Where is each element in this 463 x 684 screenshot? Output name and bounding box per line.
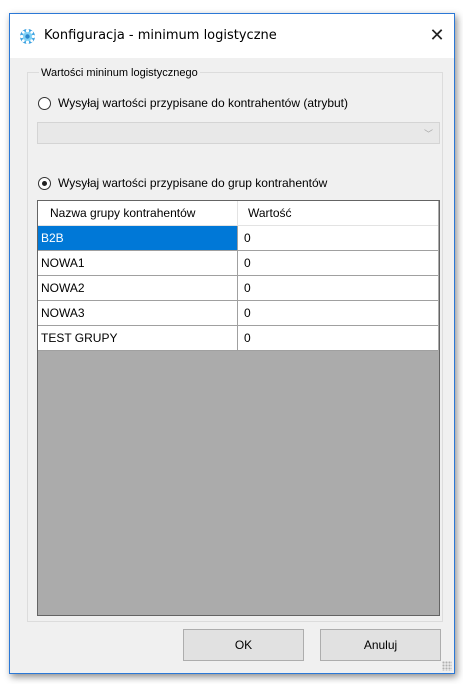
cancel-button[interactable]: Anuluj xyxy=(320,629,441,661)
table-row[interactable]: TEST GRUPY 0 xyxy=(38,326,438,351)
cell-group-name[interactable]: NOWA1 xyxy=(38,251,238,276)
radio-label-attribute[interactable]: Wysyłaj wartości przypisane do kontrahen… xyxy=(58,96,348,110)
cell-group-name[interactable]: B2B xyxy=(38,226,238,251)
cell-group-name[interactable]: NOWA2 xyxy=(38,276,238,301)
radio-button-attribute[interactable] xyxy=(38,97,51,110)
chevron-down-icon: ﹀ xyxy=(423,130,433,140)
cell-value[interactable]: 0 xyxy=(238,276,438,301)
cell-value[interactable]: 0 xyxy=(238,301,438,326)
table-row[interactable]: NOWA1 0 xyxy=(38,251,438,276)
cell-value[interactable]: 0 xyxy=(238,326,438,351)
close-button[interactable]: ✕ xyxy=(420,14,454,58)
window-title: Konfiguracja - minimum logistyczne xyxy=(44,28,277,43)
cell-value[interactable]: 0 xyxy=(238,251,438,276)
radio-button-groups[interactable] xyxy=(38,177,51,190)
radio-label-groups[interactable]: Wysyłaj wartości przypisane do grup kont… xyxy=(58,176,327,190)
table-row[interactable]: NOWA2 0 xyxy=(38,276,438,301)
attribute-select[interactable]: ﹀ xyxy=(37,122,440,144)
cell-group-name[interactable]: TEST GRUPY xyxy=(38,326,238,351)
table-row[interactable]: B2B 0 xyxy=(38,226,438,251)
close-icon: ✕ xyxy=(429,25,445,46)
groupbox-legend: Wartości mininum logistycznego xyxy=(39,67,200,79)
gear-icon xyxy=(20,29,35,44)
table-row[interactable]: NOWA3 0 xyxy=(38,301,438,326)
cell-value[interactable]: 0 xyxy=(238,226,438,251)
column-header-name[interactable]: Nazwa grupy kontrahentów xyxy=(38,201,238,226)
column-header-value[interactable]: Wartość xyxy=(238,201,438,226)
title-bar: Konfiguracja - minimum logistyczne ✕ xyxy=(10,14,454,58)
grid-header: Nazwa grupy kontrahentów Wartość xyxy=(38,201,438,226)
resize-grip[interactable] xyxy=(442,661,452,671)
cell-group-name[interactable]: NOWA3 xyxy=(38,301,238,326)
groups-grid[interactable]: Nazwa grupy kontrahentów Wartość B2B 0 NOW… xyxy=(37,200,440,616)
ok-button[interactable]: OK xyxy=(183,629,304,661)
